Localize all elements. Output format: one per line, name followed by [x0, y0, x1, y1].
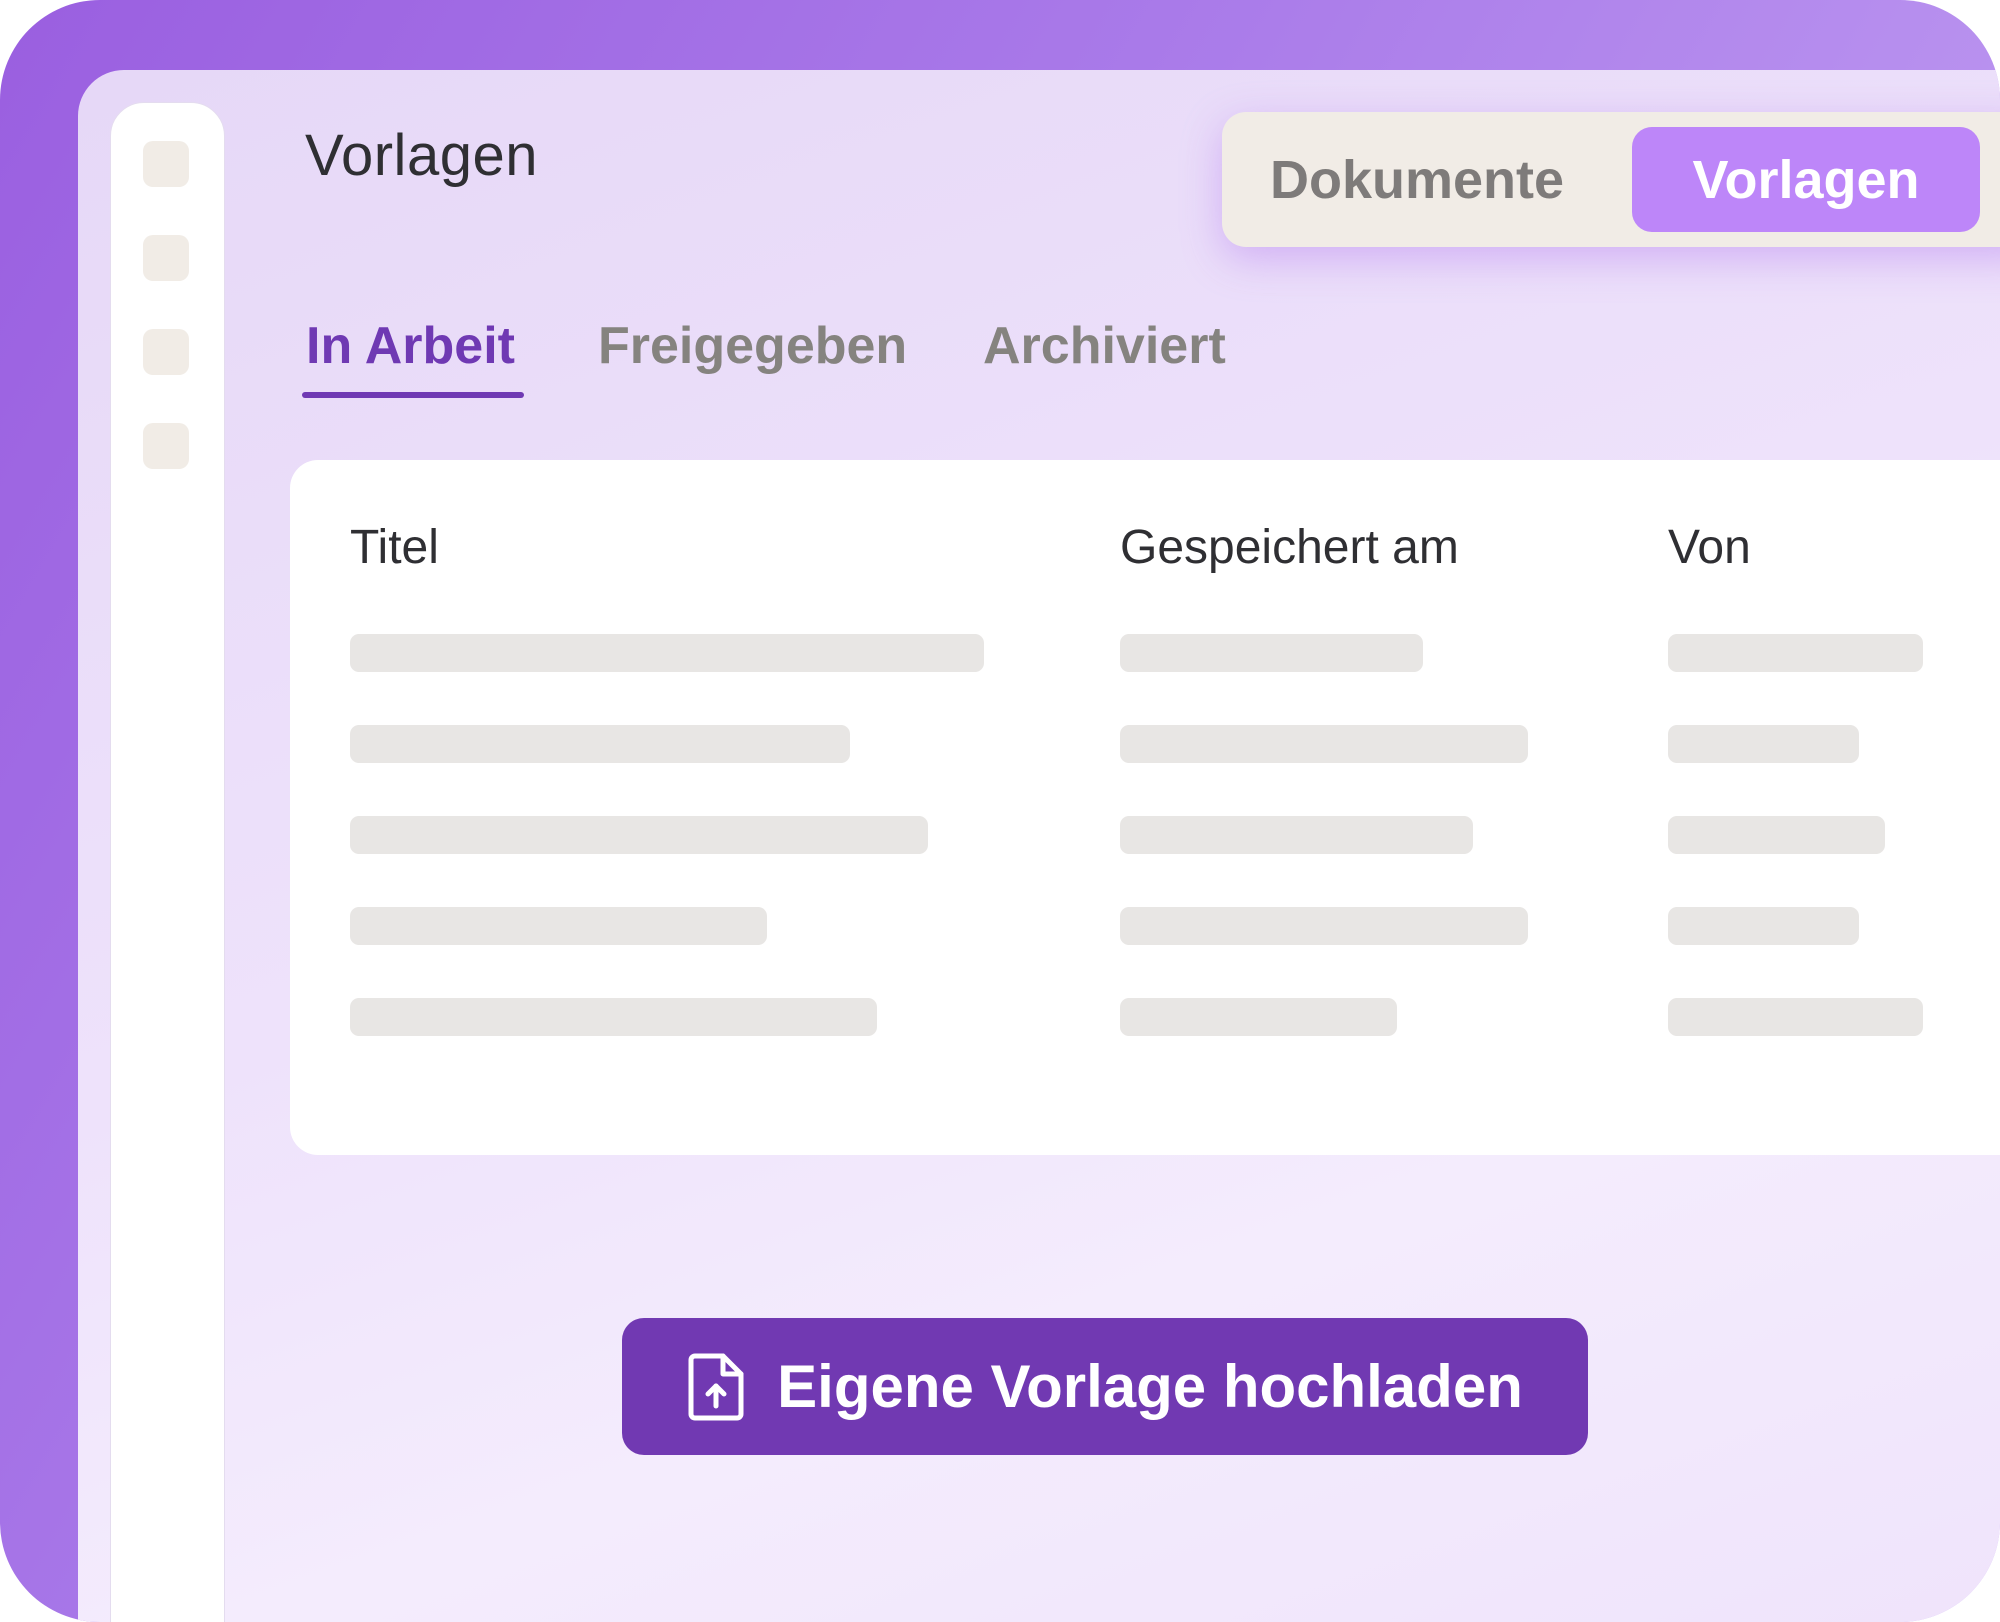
table-row-4-date-placeholder	[1120, 907, 1528, 945]
app-frame: Vorlagen Dokumente Vorlagen In Arbeit Fr…	[0, 0, 2000, 1622]
table-row-3-date-placeholder	[1120, 816, 1473, 854]
sidebar-item-2[interactable]	[143, 235, 189, 281]
sidebar-item-4[interactable]	[143, 423, 189, 469]
table-row-2-author-placeholder	[1668, 725, 1859, 763]
tab-archiviert[interactable]: Archiviert	[983, 316, 1226, 376]
tab-in-arbeit[interactable]: In Arbeit	[306, 316, 515, 376]
table-row-1-title-placeholder	[350, 634, 984, 672]
tab-freigegeben[interactable]: Freigegeben	[598, 316, 907, 376]
table-row-4-author-placeholder	[1668, 907, 1859, 945]
templates-table: Titel Gespeichert am Von	[290, 460, 2000, 1155]
upload-template-label: Eigene Vorlage hochladen	[777, 1353, 1523, 1420]
sidebar-item-1[interactable]	[143, 141, 189, 187]
table-row-3-title-placeholder	[350, 816, 928, 854]
sidebar	[110, 102, 225, 1622]
table-row-5-date-placeholder	[1120, 998, 1397, 1036]
column-header-von[interactable]: Von	[1668, 520, 1751, 575]
table-row-1-date-placeholder	[1120, 634, 1423, 672]
upload-template-button[interactable]: Eigene Vorlage hochladen	[622, 1318, 1588, 1455]
file-upload-icon	[687, 1352, 745, 1422]
table-row-5-title-placeholder	[350, 998, 877, 1036]
column-header-titel[interactable]: Titel	[350, 520, 439, 575]
view-toggle: Dokumente Vorlagen	[1222, 112, 2000, 247]
table-row-4-title-placeholder	[350, 907, 767, 945]
toggle-option-documents[interactable]: Dokumente	[1252, 127, 1582, 232]
toggle-option-templates[interactable]: Vorlagen	[1632, 127, 1980, 232]
table-row-3-author-placeholder	[1668, 816, 1885, 854]
column-header-gespeichert-am[interactable]: Gespeichert am	[1120, 520, 1459, 575]
active-tab-indicator	[302, 392, 524, 398]
sidebar-item-3[interactable]	[143, 329, 189, 375]
page-title: Vorlagen	[305, 123, 538, 188]
table-row-1-author-placeholder	[1668, 634, 1923, 672]
table-row-2-title-placeholder	[350, 725, 850, 763]
table-row-2-date-placeholder	[1120, 725, 1528, 763]
table-row-5-author-placeholder	[1668, 998, 1923, 1036]
